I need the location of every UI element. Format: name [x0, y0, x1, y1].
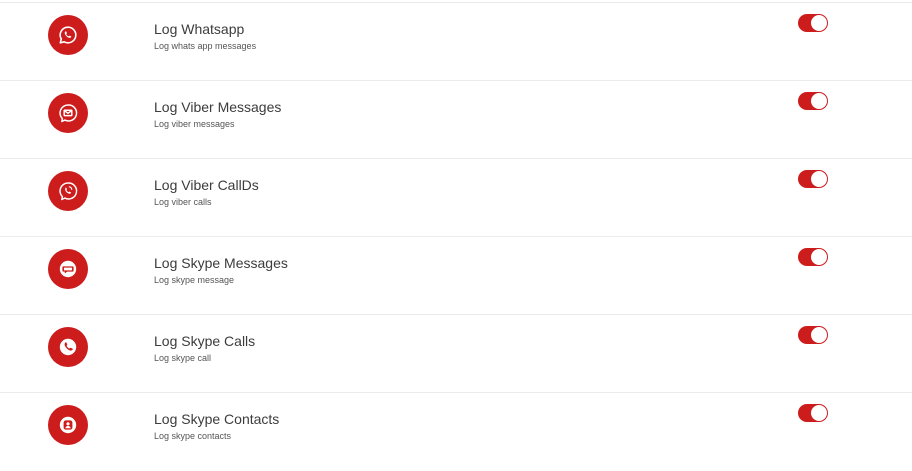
setting-title: Log Whatsapp: [154, 21, 245, 37]
setting-row-log-whatsapp: Log Whatsapp Log whats app messages: [0, 3, 912, 81]
setting-subtitle: Log skype message: [154, 275, 235, 285]
setting-row-log-skype-messages: Log Skype Messages Log skype message: [0, 237, 912, 315]
setting-subtitle: Log viber messages: [154, 119, 235, 129]
setting-row-log-skype-contacts: Log Skype Contacts Log skype contacts: [0, 393, 912, 471]
log-skype-calls-toggle[interactable]: [798, 326, 828, 344]
log-viber-messages-toggle[interactable]: [798, 92, 828, 110]
setting-subtitle: Log skype call: [154, 353, 212, 363]
setting-row-log-viber-messages: Log Viber Messages Log viber messages: [0, 81, 912, 159]
log-skype-messages-toggle[interactable]: [798, 248, 828, 266]
toggle-knob: [811, 15, 827, 31]
toggle-knob: [811, 249, 827, 265]
setting-title: Log Skype Messages: [154, 255, 288, 271]
whatsapp-icon: [48, 15, 88, 55]
log-skype-contacts-toggle[interactable]: [798, 404, 828, 422]
setting-title: Log Viber Messages: [154, 99, 282, 115]
settings-list: Log Whatsapp Log whats app messages Log …: [0, 0, 912, 469]
setting-title: Log Skype Contacts: [154, 411, 280, 427]
setting-subtitle: Log skype contacts: [154, 431, 232, 441]
setting-subtitle: Log whats app messages: [154, 41, 257, 51]
log-viber-calls-toggle[interactable]: [798, 170, 828, 188]
skype-message-icon: [48, 249, 88, 289]
skype-call-icon: [48, 327, 88, 367]
setting-title: Log Viber CallDs: [154, 177, 259, 193]
toggle-knob: [811, 93, 827, 109]
setting-title: Log Skype Calls: [154, 333, 256, 349]
setting-row-log-viber-calls: Log Viber CallDs Log viber calls: [0, 159, 912, 237]
viber-call-icon: [48, 171, 88, 211]
skype-contacts-icon: [48, 405, 88, 445]
viber-message-icon: [48, 93, 88, 133]
toggle-knob: [811, 327, 827, 343]
setting-subtitle: Log viber calls: [154, 197, 212, 207]
toggle-knob: [811, 405, 827, 421]
log-whatsapp-toggle[interactable]: [798, 14, 828, 32]
toggle-knob: [811, 171, 827, 187]
setting-row-log-skype-calls: Log Skype Calls Log skype call: [0, 315, 912, 393]
